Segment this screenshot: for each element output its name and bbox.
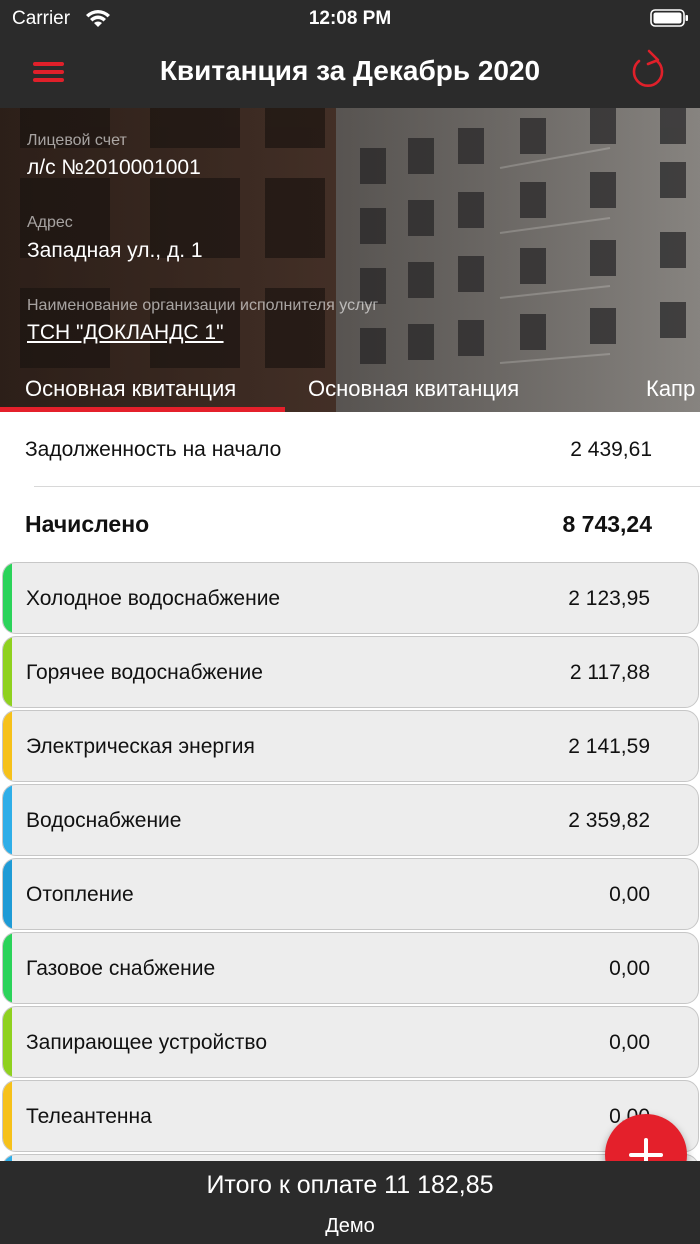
service-item[interactable]: Электрическая энергия 2 141,59 xyxy=(0,709,700,783)
tab-capital-repair[interactable]: Капр xyxy=(646,376,695,402)
payment-footer: Итого к оплате 11 182,85 Демо xyxy=(0,1161,700,1244)
category-color-stripe xyxy=(3,563,12,633)
category-color-stripe xyxy=(3,859,12,929)
service-item[interactable]: Газовое снабжение 0,00 xyxy=(0,931,700,1005)
category-color-stripe xyxy=(3,711,12,781)
battery-icon xyxy=(650,9,688,27)
debt-label: Задолженность на начало xyxy=(25,438,282,461)
service-name: Электрическая энергия xyxy=(26,735,255,758)
category-color-stripe xyxy=(3,1007,12,1077)
category-color-stripe xyxy=(3,933,12,1003)
charged-label: Начислено xyxy=(25,511,150,537)
service-amount: 0,00 xyxy=(609,883,650,906)
service-amount: 2 123,95 xyxy=(568,587,650,610)
tab-main-receipt-2[interactable]: Основная квитанция xyxy=(308,376,519,402)
service-amount: 0,00 xyxy=(609,957,650,980)
charged-value: 8 743,24 xyxy=(562,511,652,537)
service-name: Холодное водоснабжение xyxy=(26,587,281,610)
service-amount: 2 117,88 xyxy=(569,661,650,684)
status-bar: Carrier 12:08 PM xyxy=(0,0,700,36)
service-name: Запирающее устройство xyxy=(26,1031,267,1054)
category-color-stripe xyxy=(3,785,12,855)
service-item[interactable]: Запирающее устройство 0,00 xyxy=(0,1005,700,1079)
active-tab-indicator xyxy=(0,407,285,412)
account-label: Лицевой счет xyxy=(27,132,127,149)
account-number: л/с №2010001001 xyxy=(27,156,201,179)
service-amount: 2 141,59 xyxy=(568,735,650,758)
clock: 12:08 PM xyxy=(308,8,392,29)
service-name: Телеантенна xyxy=(26,1105,152,1128)
service-amount: 2 359,82 xyxy=(568,809,650,832)
navigation-bar: Квитанция за Декабрь 2020 xyxy=(0,36,700,108)
service-name: Газовое снабжение xyxy=(26,957,216,980)
service-item[interactable]: Отопление 0,00 xyxy=(0,857,700,931)
organization-label: Наименование организации исполнителя усл… xyxy=(27,297,379,314)
top-bar: Carrier 12:08 PM Квитанция за Декабрь 20… xyxy=(0,0,700,108)
debt-value: 2 439,61 xyxy=(570,438,652,461)
tab-main-receipt-1[interactable]: Основная квитанция xyxy=(25,376,236,402)
divider xyxy=(34,486,700,487)
service-name: Отопление xyxy=(26,883,134,906)
service-item[interactable] xyxy=(0,1153,700,1161)
service-amount: 0,00 xyxy=(609,1031,650,1054)
demo-label: Демо xyxy=(325,1215,375,1237)
organization-link[interactable]: ТСН "ДОКЛАНДС 1" xyxy=(27,321,224,345)
page-title: Квитанция за Декабрь 2020 xyxy=(159,55,541,86)
service-name: Водоснабжение xyxy=(26,809,182,832)
total-to-pay[interactable]: Итого к оплате 11 182,85 xyxy=(0,1171,700,1200)
address-value: Западная ул., д. 1 xyxy=(27,239,203,262)
service-item[interactable]: Водоснабжение 2 359,82 xyxy=(0,783,700,857)
refresh-icon[interactable] xyxy=(630,49,666,89)
receipt-tabs: Основная квитанция Основная квитанция Ка… xyxy=(0,362,700,412)
service-item[interactable]: Горячее водоснабжение 2 117,88 xyxy=(0,635,700,709)
category-color-stripe xyxy=(3,1081,12,1151)
address-label: Адрес xyxy=(27,214,73,231)
service-item[interactable]: Телеантенна 0,00 xyxy=(0,1079,700,1153)
service-list: Холодное водоснабжение 2 123,95 Горячее … xyxy=(0,561,700,1161)
service-name: Горячее водоснабжение xyxy=(26,661,263,684)
service-item[interactable]: Холодное водоснабжение 2 123,95 xyxy=(0,561,700,635)
category-color-stripe xyxy=(3,637,12,707)
